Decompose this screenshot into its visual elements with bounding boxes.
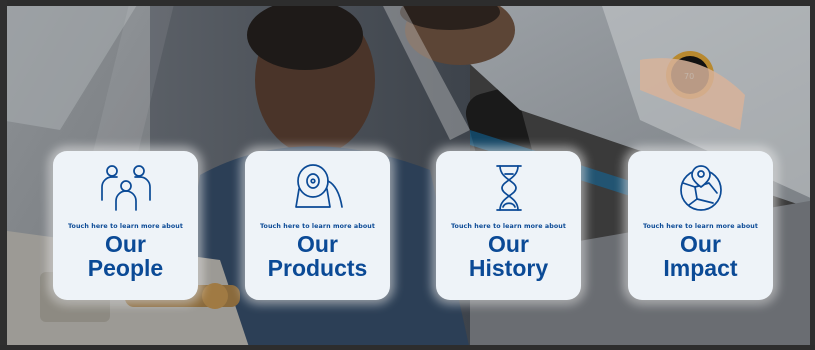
tile-title-line1: Our <box>488 231 529 257</box>
tile-title: Our People <box>88 232 163 280</box>
frame-right <box>810 0 815 350</box>
kiosk-screen: 70 Touch here to l <box>0 0 815 350</box>
tape-roll-icon <box>290 163 346 213</box>
tile-hint-text: Touch here to learn more about <box>67 223 183 230</box>
tile-title-line2: Impact <box>663 255 738 281</box>
tile-title-line2: People <box>87 255 164 281</box>
tile-hint-text: Touch here to learn more about <box>450 223 566 230</box>
tile-title: Our Products <box>268 232 368 280</box>
hourglass-icon <box>481 163 537 213</box>
tile-title-line2: Products <box>267 255 368 281</box>
tile-hint-text: Touch here to learn more about <box>259 223 375 230</box>
frame-left <box>0 0 7 350</box>
our-people-tile[interactable]: Touch here to learn more about Our Peopl… <box>53 151 198 300</box>
tile-title-line1: Our <box>105 231 146 257</box>
frame-top <box>0 0 815 6</box>
tile-title-line2: History <box>468 255 549 281</box>
tile-title: Our History <box>469 232 548 280</box>
tile-title: Our Impact <box>663 232 737 280</box>
globe-pin-icon <box>673 163 729 213</box>
tile-title-line1: Our <box>297 231 338 257</box>
tile-hint-text: Touch here to learn more about <box>642 223 758 230</box>
frame-bottom <box>0 345 815 350</box>
our-impact-tile[interactable]: Touch here to learn more about Our Impac… <box>628 151 773 300</box>
people-icon <box>98 163 154 213</box>
navigation-tiles: Touch here to learn more about Our Peopl… <box>0 0 815 350</box>
our-products-tile[interactable]: Touch here to learn more about Our Produ… <box>245 151 390 300</box>
tile-title-line1: Our <box>680 231 721 257</box>
our-history-tile[interactable]: Touch here to learn more about Our Histo… <box>436 151 581 300</box>
